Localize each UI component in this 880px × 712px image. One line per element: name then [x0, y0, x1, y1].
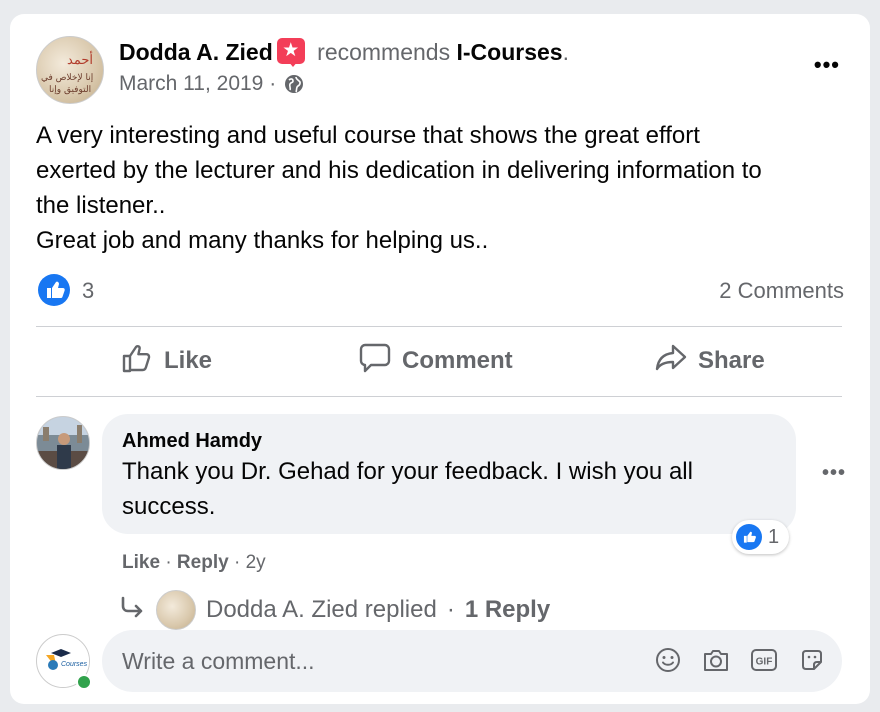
composer-icons: GIF: [654, 644, 826, 676]
page-name-link[interactable]: I-Courses: [456, 39, 562, 65]
post-date-line: March 11, 2019 ·: [119, 72, 304, 100]
svg-text:GIF: GIF: [756, 657, 773, 668]
reactions-summary: 3 2 Comments: [38, 274, 844, 306]
avatar-script-3: التوفيق وإنا: [49, 85, 92, 95]
thumbs-up-icon[interactable]: [38, 274, 70, 306]
avatar-script-2: إنا لإخلاص في: [41, 73, 94, 83]
share-arrow-icon: [654, 341, 688, 382]
star-badge-icon: ★: [276, 38, 305, 67]
post-text-line: exerted by the lecturer and his dedicati…: [36, 157, 762, 184]
meta-separator: ·: [233, 552, 241, 573]
comment-age[interactable]: 2y: [246, 552, 266, 573]
post-card: أحمد إنا لإخلاص في التوفيق وإنا Dodda A.…: [10, 14, 870, 704]
comment-text: Thank you Dr. Gehad for your feedback. I…: [122, 454, 762, 524]
camera-icon[interactable]: [702, 644, 730, 676]
comment-input-placeholder: Write a comment...: [122, 648, 315, 674]
comment-text-line: Thank you Dr. Gehad for your feedback. I…: [122, 458, 693, 485]
share-button[interactable]: Share: [654, 326, 765, 396]
comment-reply-link[interactable]: Reply: [177, 552, 229, 573]
share-button-label: Share: [698, 347, 765, 374]
replies-text: Dodda A. Zied replied: [206, 596, 437, 623]
comment-text-line: success.: [122, 493, 216, 520]
avatar-script-1: أحمد: [67, 53, 93, 68]
comment-bubble-icon: [358, 341, 392, 382]
gif-icon[interactable]: GIF: [750, 644, 778, 676]
comment-bubble: Ahmed Hamdy Thank you Dr. Gehad for your…: [102, 414, 796, 534]
post-actions: Like Comment Share: [36, 326, 842, 396]
view-replies-link[interactable]: Dodda A. Zied replied · 1 Reply: [120, 590, 550, 630]
like-button[interactable]: Like: [120, 326, 212, 396]
replier-avatar: [156, 590, 196, 630]
like-button-label: Like: [164, 347, 213, 374]
post-date[interactable]: March 11, 2019: [119, 72, 263, 95]
comment-meta: Like · Reply · 2y: [122, 552, 266, 574]
commenter-name[interactable]: Ahmed Hamdy: [122, 430, 262, 453]
post-text-line: Great job and many thanks for helping us…: [36, 227, 489, 254]
sticker-icon[interactable]: [798, 644, 826, 676]
globe-icon: [284, 74, 304, 100]
comment-reaction-badge[interactable]: 1: [732, 520, 790, 554]
replies-count: 1 Reply: [464, 596, 551, 623]
post-header: أحمد إنا لإخلاص في التوفيق وإنا Dodda A.…: [36, 36, 850, 106]
meta-separator: ·: [165, 552, 172, 573]
post-text-line: A very interesting and useful course tha…: [36, 122, 700, 149]
comments-count-link[interactable]: 2 Comments: [719, 278, 844, 304]
replies-separator: ·: [446, 596, 455, 623]
thumbs-up-outline-icon: [120, 341, 154, 382]
post-text-line: the listener..: [36, 192, 166, 219]
comment-button-label: Comment: [402, 347, 513, 374]
post-options-button[interactable]: •••: [814, 52, 840, 78]
author-name[interactable]: Dodda A. Zied: [119, 39, 273, 65]
page-suffix: .: [562, 39, 569, 65]
comment-options-button[interactable]: •••: [822, 462, 846, 485]
author-line: Dodda A. Zied ★ recommends I-Courses.: [119, 38, 569, 67]
online-status-dot: [76, 674, 92, 690]
recommends-verb: recommends: [317, 39, 451, 65]
author-avatar[interactable]: أحمد إنا لإخلاص في التوفيق وإنا: [36, 36, 104, 104]
comment-button[interactable]: Comment: [358, 326, 513, 396]
comment-composer: Courses Write a comment... GIF: [36, 630, 846, 692]
commenter-avatar[interactable]: [36, 416, 90, 470]
comment-like-link[interactable]: Like: [122, 552, 160, 573]
comment-input[interactable]: Write a comment... GIF: [102, 630, 842, 692]
reply-arrow-icon: [120, 596, 146, 625]
current-user-avatar-text: Courses: [61, 661, 88, 668]
date-separator: ·: [269, 72, 277, 95]
thumbs-up-icon: [736, 524, 762, 550]
emoji-icon[interactable]: [654, 644, 682, 676]
divider: [36, 396, 842, 397]
comment-reaction-count: 1: [768, 525, 780, 548]
like-count[interactable]: 3: [82, 278, 94, 304]
post-body: A very interesting and useful course tha…: [36, 118, 846, 258]
